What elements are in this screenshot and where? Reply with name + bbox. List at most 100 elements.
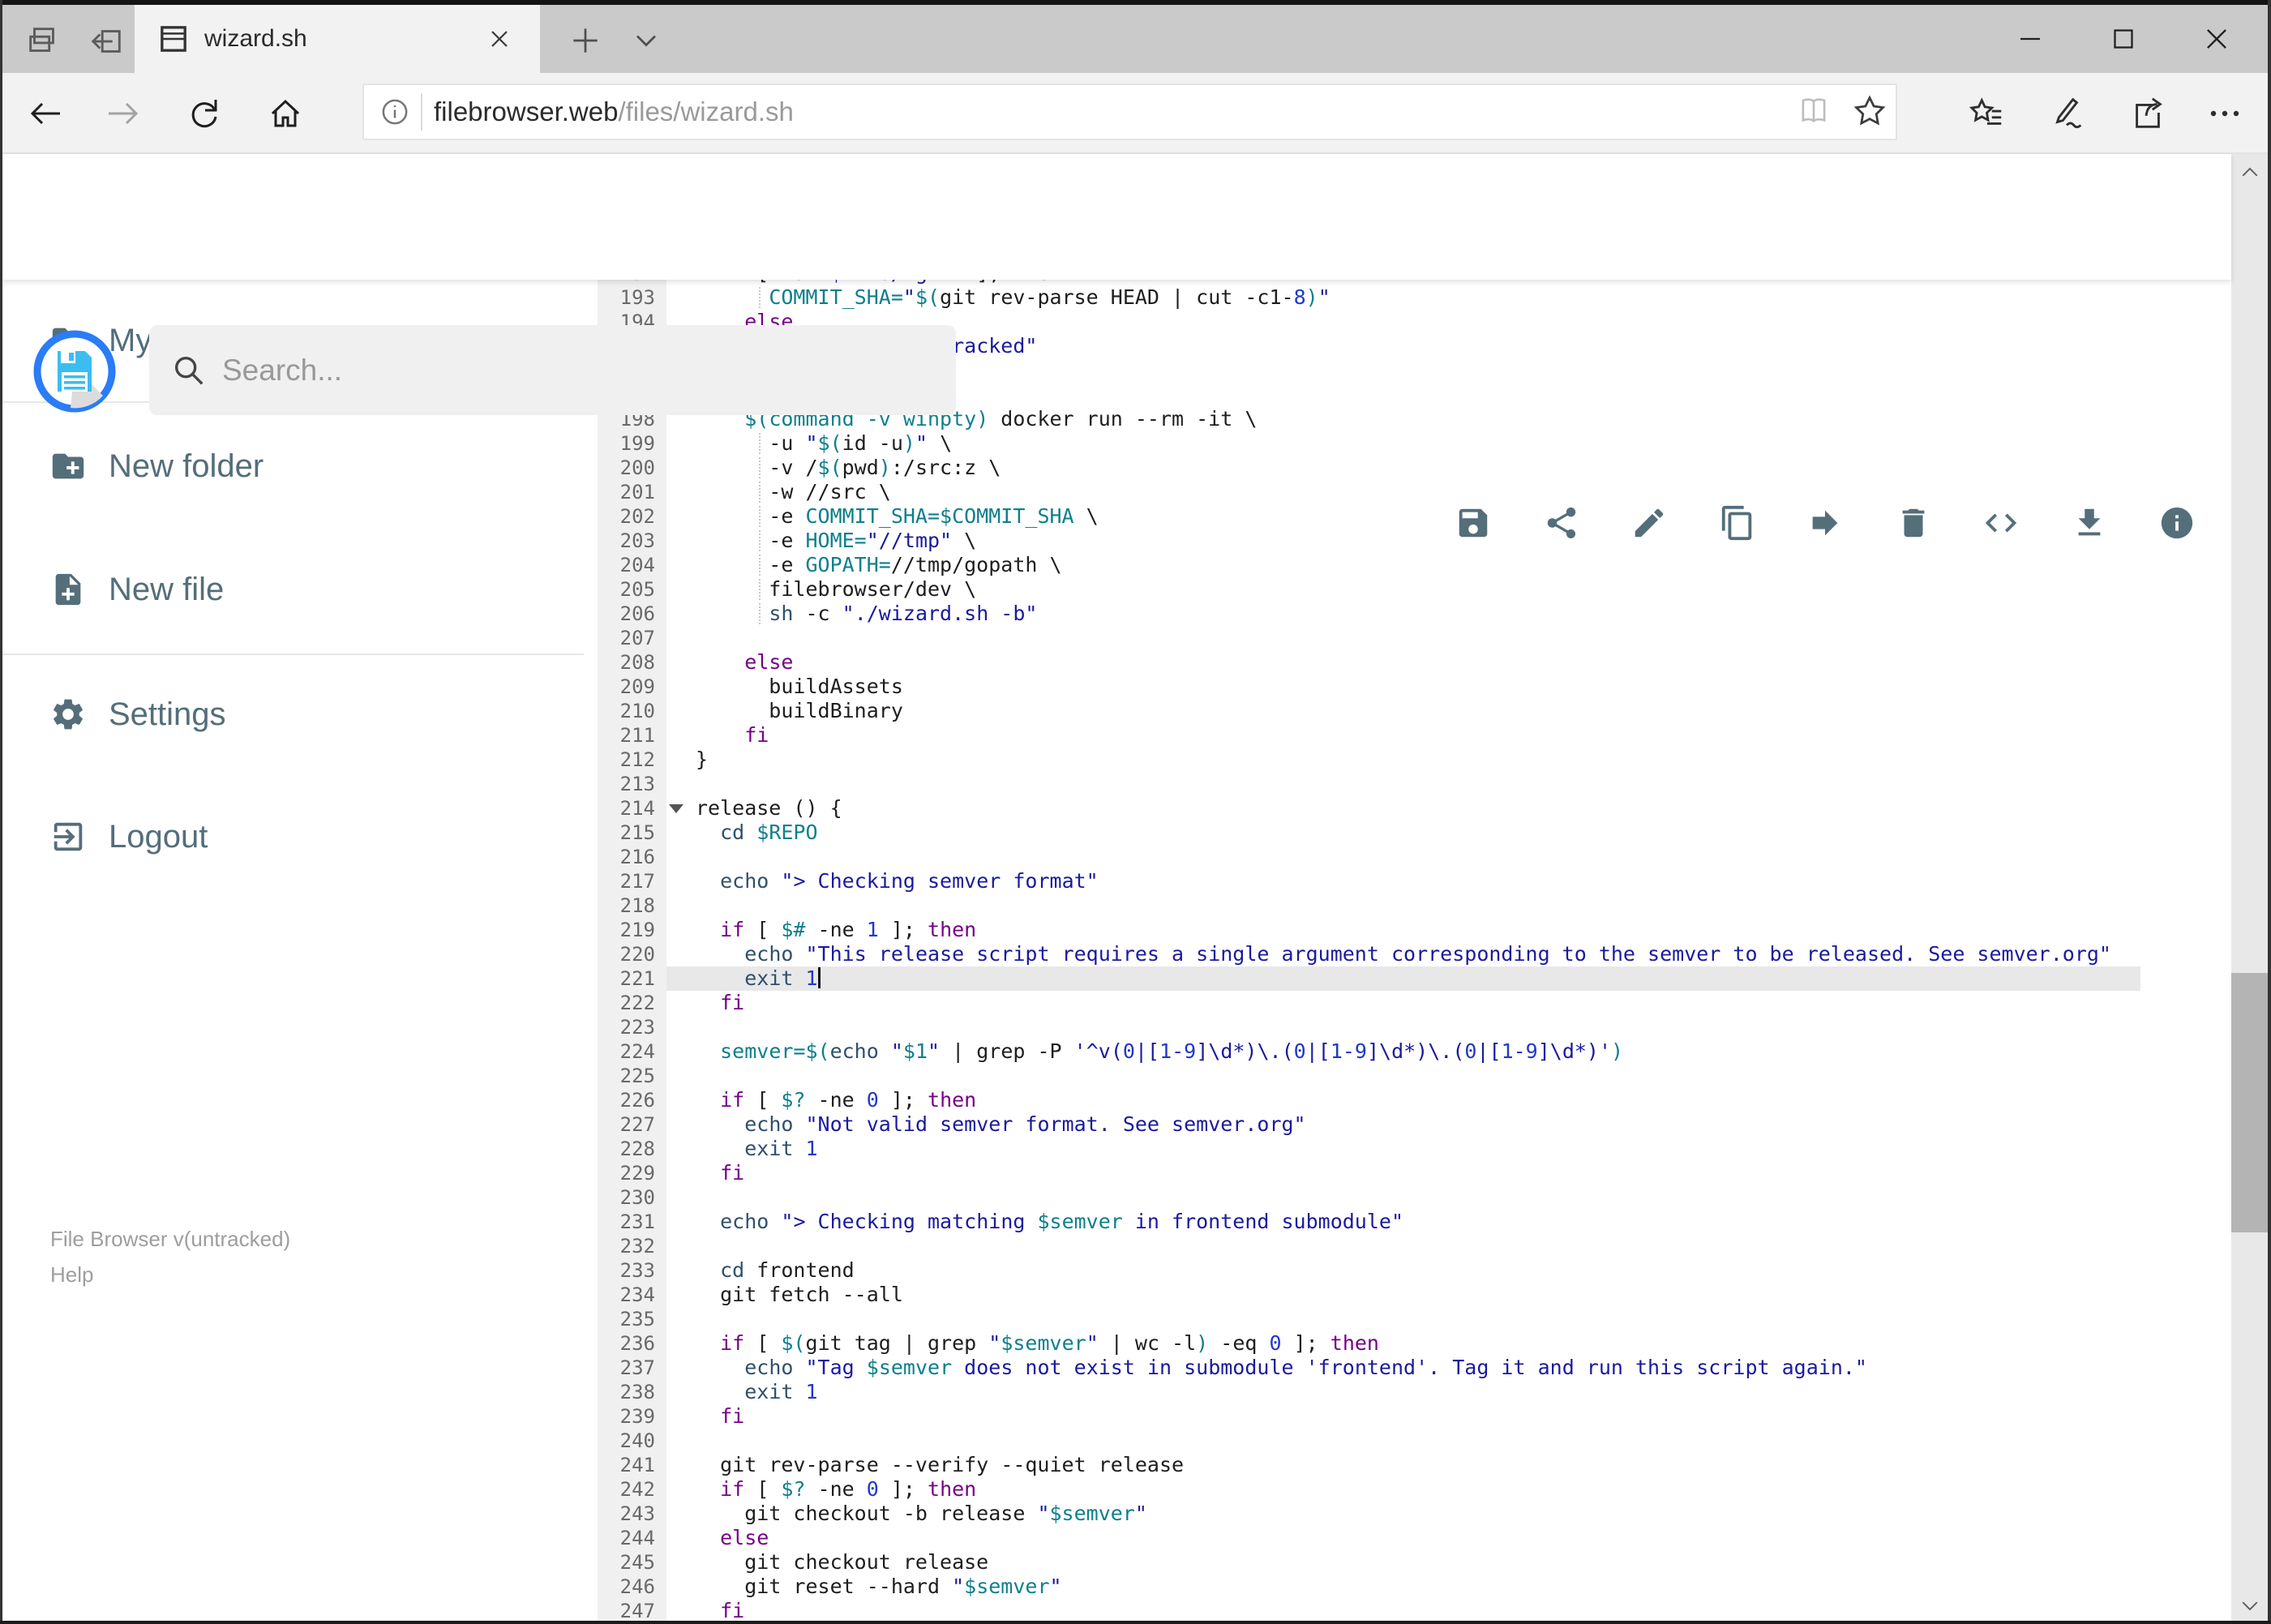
code-line-238[interactable]: 238 exit 1 [598, 1380, 2231, 1404]
web-note-pen-icon[interactable] [2048, 94, 2085, 131]
page-scrollbar[interactable] [2231, 154, 2268, 1624]
help-link[interactable]: Help [50, 1262, 93, 1288]
code-line-240[interactable]: 240 [598, 1429, 2231, 1453]
code-line-244[interactable]: 244 else [598, 1526, 2231, 1550]
more-dots-icon[interactable] [2205, 94, 2244, 133]
code-line-242[interactable]: 242 if [ $? -ne 0 ]; then [598, 1477, 2231, 1502]
code-line-239[interactable]: 239 fi [598, 1404, 2231, 1429]
code-line-207[interactable]: 207 [598, 626, 2231, 650]
delete-button[interactable] [1895, 504, 1932, 542]
code-line-222[interactable]: 222 fi [598, 991, 2231, 1015]
refresh-icon[interactable] [185, 94, 224, 133]
sidebar-item-logout[interactable]: Logout [0, 798, 598, 876]
code-line-246[interactable]: 246 git reset --hard "$semver" [598, 1575, 2231, 1599]
code-line-237[interactable]: 237 echo "Tag $semver does not exist in … [598, 1356, 2231, 1380]
tab-list-chevron-icon[interactable] [628, 23, 664, 58]
scroll-up-icon[interactable] [2238, 161, 2262, 185]
minimize-button[interactable] [1983, 5, 2076, 73]
forward-icon[interactable] [104, 94, 143, 133]
code-line-218[interactable]: 218 [598, 893, 2231, 918]
set-tabs-aside-icon[interactable] [88, 23, 125, 60]
site-info-icon[interactable] [379, 96, 411, 128]
code-text: fi [744, 723, 769, 747]
code-line-226[interactable]: 226 if [ $? -ne 0 ]; then [598, 1088, 2231, 1112]
code-line-223[interactable]: 223 [598, 1015, 2231, 1039]
sidebar-item-settings[interactable]: Settings [0, 675, 598, 753]
edit-button[interactable] [1630, 504, 1668, 542]
code-line-235[interactable]: 235 [598, 1307, 2231, 1331]
search-input[interactable] [221, 352, 956, 388]
code-line-201[interactable]: 201 -w //src \ [598, 480, 2231, 504]
search-box[interactable] [149, 325, 956, 415]
code-line-236[interactable]: 236 if [ $(git tag | grep "$semver" | wc… [598, 1331, 2231, 1356]
code-line-230[interactable]: 230 [598, 1185, 2231, 1210]
code-line-205[interactable]: 205 filebrowser/dev \ [598, 577, 2231, 602]
fold-arrow-icon[interactable] [669, 804, 683, 813]
code-line-208[interactable]: 208 else [598, 650, 2231, 675]
line-number: 245 [619, 1551, 655, 1574]
code-text: -e HOME="//tmp" \ [696, 529, 977, 552]
code-line-193[interactable]: 193 COMMIT_SHA="$(git rev-parse HEAD | c… [598, 285, 2231, 310]
window-frame-top [0, 0, 2271, 5]
maximize-button[interactable] [2076, 5, 2170, 73]
copy-button[interactable] [1719, 504, 1756, 542]
tab-close-icon[interactable] [485, 24, 514, 54]
sidebar-item-new-file[interactable]: New file [0, 551, 598, 628]
code-line-225[interactable]: 225 [598, 1064, 2231, 1088]
code-line-241[interactable]: 241 git rev-parse --verify --quiet relea… [598, 1453, 2231, 1477]
save-button[interactable] [1455, 504, 1492, 542]
code-line-212[interactable]: 212} [598, 748, 2231, 772]
line-number: 201 [619, 481, 655, 503]
code-line-221[interactable]: 221 exit 1 [598, 966, 2231, 991]
code-line-219[interactable]: 219 if [ $# -ne 1 ]; then [598, 918, 2231, 942]
code-editor[interactable]: 192 if [ -d "$REPO/.git" ]; then193 COMM… [598, 280, 2231, 1624]
code-line-206[interactable]: 206 sh -c "./wizard.sh -b" [598, 602, 2231, 626]
code-line-200[interactable]: 200 -v /$(pwd):/src:z \ [598, 456, 2231, 480]
code-line-243[interactable]: 243 git checkout -b release "$semver" [598, 1502, 2231, 1526]
code-line-213[interactable]: 213 [598, 772, 2231, 796]
scrollbar-thumb[interactable] [2231, 973, 2268, 1232]
hub-favorites-icon[interactable] [1969, 94, 2006, 131]
info-button[interactable] [2158, 504, 2196, 542]
line-number: 221 [619, 967, 655, 990]
code-line-228[interactable]: 228 exit 1 [598, 1137, 2231, 1161]
code-line-192[interactable]: 192 if [ -d "$REPO/.git" ]; then [598, 280, 2231, 285]
code-line-229[interactable]: 229 fi [598, 1161, 2231, 1185]
close-window-button[interactable] [2170, 5, 2263, 73]
favorite-star-icon[interactable] [1852, 93, 1888, 129]
code-line-215[interactable]: 215 cd $REPO [598, 821, 2231, 845]
sidebar-item-new-folder[interactable]: New folder [0, 427, 598, 505]
filebrowser-logo[interactable] [33, 330, 116, 413]
code-line-210[interactable]: 210 buildBinary [598, 699, 2231, 723]
code-line-227[interactable]: 227 echo "Not valid semver format. See s… [598, 1112, 2231, 1137]
code-line-214[interactable]: 214 release () { [598, 796, 2231, 821]
code-line-231[interactable]: 231 echo "> Checking matching $semver in… [598, 1210, 2231, 1234]
code-line-217[interactable]: 217 echo "> Checking semver format" [598, 869, 2231, 893]
browser-tab-wizard-sh[interactable]: wizard.sh [135, 5, 540, 73]
scroll-down-icon[interactable] [2238, 1593, 2262, 1618]
sidebar-item-label: New folder [109, 448, 264, 484]
code-line-209[interactable]: 209 buildAssets [598, 675, 2231, 699]
code-line-224[interactable]: 224 semver=$(echo "$1" | grep -P '^v(0|[… [598, 1039, 2231, 1064]
code-line-247[interactable]: 247 fi [598, 1599, 2231, 1623]
code-line-232[interactable]: 232 [598, 1234, 2231, 1258]
code-line-234[interactable]: 234 git fetch --all [598, 1283, 2231, 1307]
code-line-233[interactable]: 233 cd frontend [598, 1258, 2231, 1283]
code-line-220[interactable]: 220 echo "This release script requires a… [598, 942, 2231, 966]
address-bar[interactable]: filebrowser.web/files/wizard.sh [362, 84, 1897, 140]
download-button[interactable] [2071, 504, 2108, 542]
home-icon[interactable] [266, 94, 305, 133]
new-tab-icon[interactable] [568, 23, 603, 58]
code-line-204[interactable]: 204 -e GOPATH=//tmp/gopath \ [598, 553, 2231, 577]
back-icon[interactable] [26, 94, 65, 133]
code-line-216[interactable]: 216 [598, 845, 2231, 869]
reading-view-icon[interactable] [1797, 94, 1831, 128]
code-line-211[interactable]: 211 fi [598, 723, 2231, 748]
share-icon[interactable] [2129, 94, 2166, 131]
code-line-245[interactable]: 245 git checkout release [598, 1550, 2231, 1575]
share-button[interactable] [1543, 504, 1580, 542]
code-line-199[interactable]: 199 -u "$(id -u)" \ [598, 431, 2231, 456]
move-button[interactable] [1806, 504, 1844, 542]
tabs-preview-icon[interactable] [24, 23, 62, 60]
code-button[interactable] [1982, 504, 2020, 542]
